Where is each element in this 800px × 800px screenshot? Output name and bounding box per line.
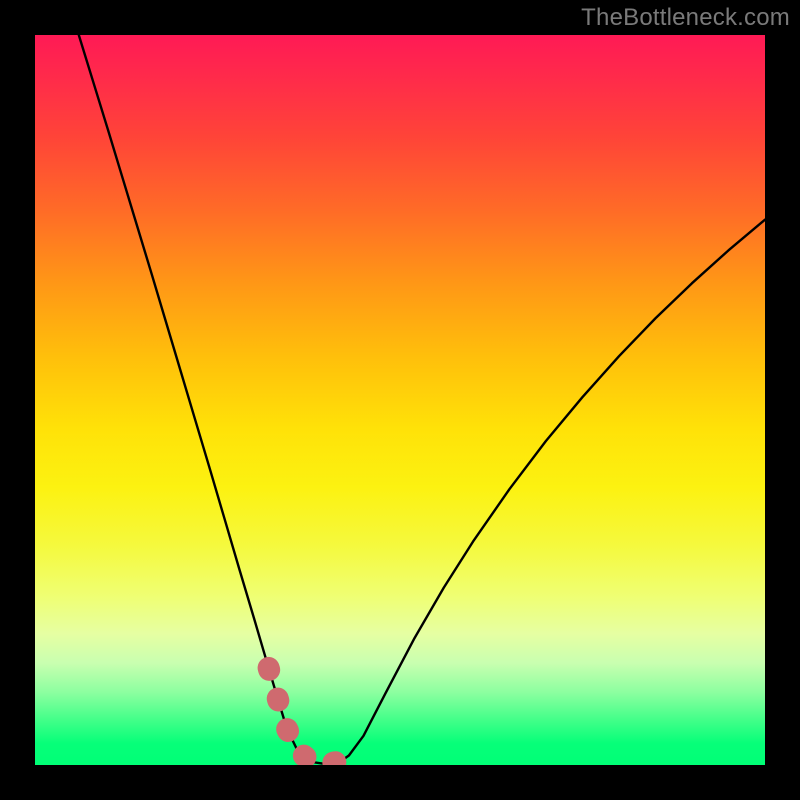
- optimal-zone-highlight: [269, 668, 349, 764]
- bottleneck-curve: [79, 35, 765, 764]
- curve-svg: [35, 35, 765, 765]
- plot-area: [35, 35, 765, 765]
- watermark-text: TheBottleneck.com: [581, 4, 790, 32]
- chart-frame: TheBottleneck.com: [0, 0, 800, 800]
